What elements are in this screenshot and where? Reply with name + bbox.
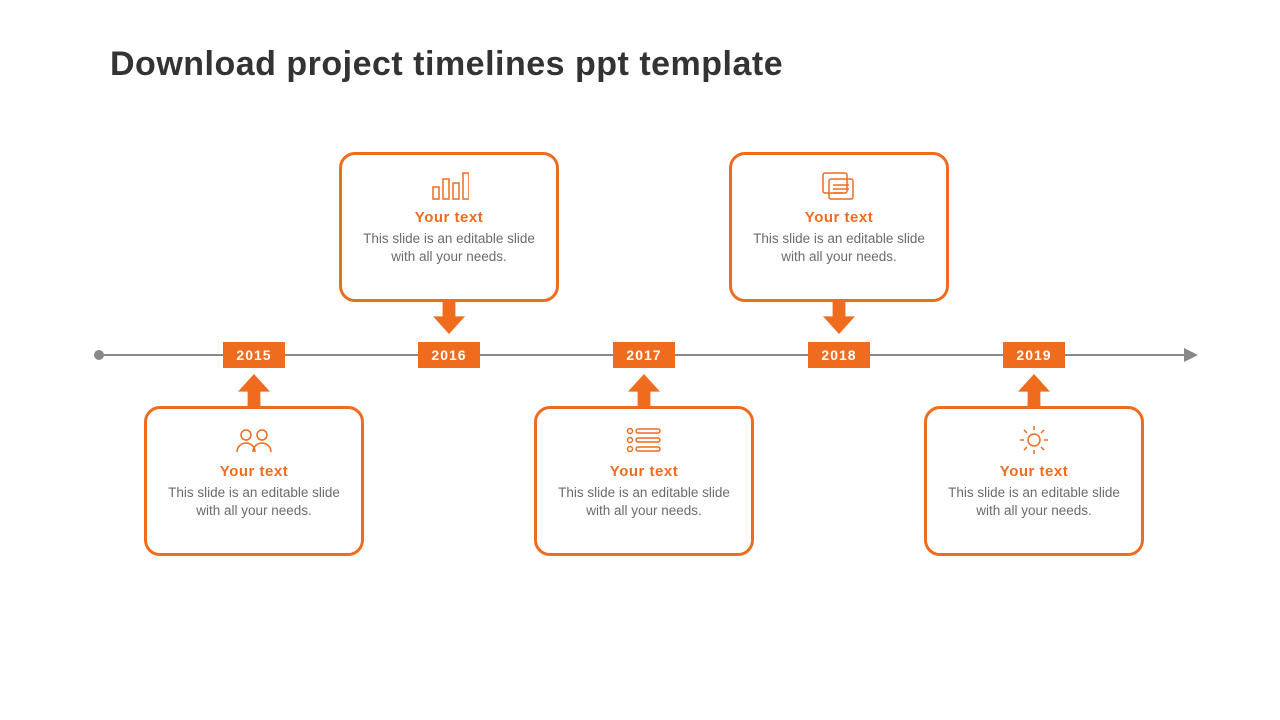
timeline-card-2019: Your text This slide is an editable slid… (924, 406, 1144, 556)
card-body: This slide is an editable slide with all… (163, 484, 345, 520)
year-tag-2017: 2017 (613, 342, 675, 368)
arrow-up-icon (238, 374, 270, 406)
timeline-card-2017: Your text This slide is an editable slid… (534, 406, 754, 556)
people-icon (163, 423, 345, 457)
card-body: This slide is an editable slide with all… (358, 230, 540, 266)
card-heading: Your text (943, 463, 1125, 480)
page-title: Download project timelines ppt template (110, 45, 783, 84)
year-tag-2015: 2015 (223, 342, 285, 368)
timeline-card-2015: Your text This slide is an editable slid… (144, 406, 364, 556)
card-body: This slide is an editable slide with all… (943, 484, 1125, 520)
arrow-up-icon (1018, 374, 1050, 406)
arrow-down-icon (433, 302, 465, 334)
timeline-axis-start (94, 350, 104, 360)
card-heading: Your text (553, 463, 735, 480)
timeline-card-2016: Your text This slide is an editable slid… (339, 152, 559, 302)
card-heading: Your text (358, 209, 540, 226)
document-icon (748, 169, 930, 203)
arrow-up-icon (628, 374, 660, 406)
year-tag-2018: 2018 (808, 342, 870, 368)
bar-chart-icon (358, 169, 540, 203)
list-icon (553, 423, 735, 457)
card-heading: Your text (163, 463, 345, 480)
card-body: This slide is an editable slide with all… (553, 484, 735, 520)
timeline-axis-arrow (1184, 348, 1198, 362)
arrow-down-icon (823, 302, 855, 334)
year-tag-2016: 2016 (418, 342, 480, 368)
card-body: This slide is an editable slide with all… (748, 230, 930, 266)
timeline-card-2018: Your text This slide is an editable slid… (729, 152, 949, 302)
gear-icon (943, 423, 1125, 457)
year-tag-2019: 2019 (1003, 342, 1065, 368)
card-heading: Your text (748, 209, 930, 226)
